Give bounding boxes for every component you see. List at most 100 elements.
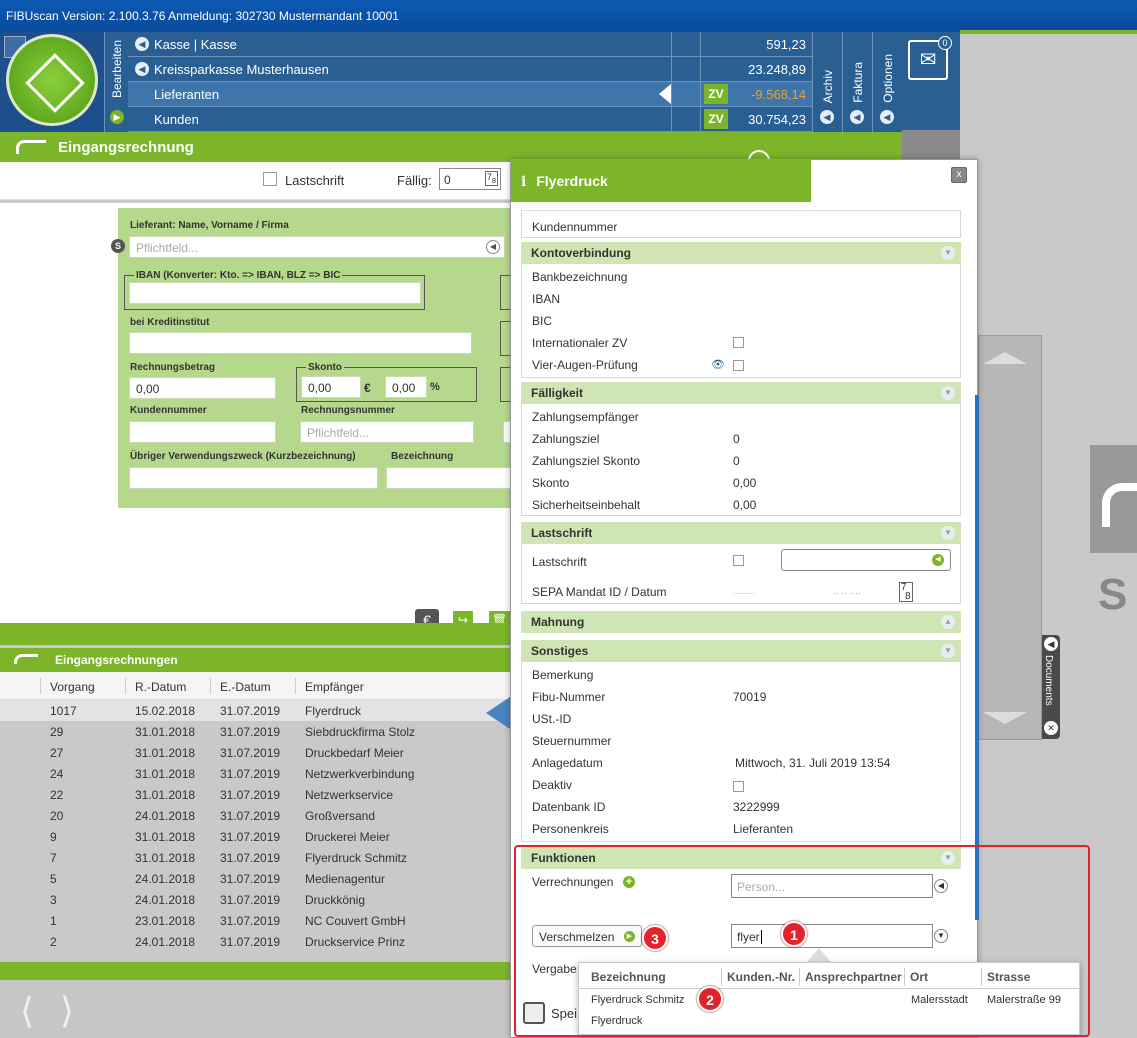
lastschrift-header[interactable]: Lastschrift ▼ <box>521 522 961 544</box>
account-amount: 30.754,23 <box>748 112 806 127</box>
optionen-tab[interactable]: Optionen ◀ <box>872 32 902 132</box>
account-row-kreissparkasse[interactable]: ◀ Kreissparkasse Musterhausen 23.248,89 <box>128 57 812 82</box>
close-button[interactable]: x <box>951 167 967 183</box>
deaktiv-checkbox[interactable] <box>733 781 744 792</box>
table-cell: Druckkönig <box>305 893 366 907</box>
vier-augen-checkbox[interactable] <box>733 360 744 371</box>
intl-zv-checkbox[interactable] <box>733 337 744 348</box>
account-row-kunden[interactable]: Kunden ZV 30.754,23 <box>128 107 812 132</box>
skonto-percent-input[interactable]: 0,00 <box>385 376 427 398</box>
close-icon[interactable]: ✕ <box>1044 721 1058 735</box>
table-row[interactable]: 9 31.01.2018 31.07.2019 Druckerei Meier <box>0 826 510 847</box>
iban-label: IBAN <box>532 292 561 306</box>
cal-bottom: 8 <box>905 591 911 602</box>
documents-tab[interactable]: ◀ Documents ✕ <box>1042 635 1060 739</box>
kundennummer-box: Kundennummer <box>521 210 961 238</box>
modal-header: i Flyerdruck <box>511 160 811 202</box>
kredit-input[interactable] <box>129 332 472 354</box>
chevron-right-icon[interactable]: ⟩ <box>60 990 74 1032</box>
col-rdatum[interactable]: R.-Datum <box>135 680 186 694</box>
bezeichnung-input[interactable] <box>386 467 510 489</box>
table-cell: 24.01.2018 <box>135 872 196 886</box>
col-vorgang[interactable]: Vorgang <box>50 680 95 694</box>
lieferant-input[interactable]: Pflichtfeld... ◀ <box>129 236 505 258</box>
field-label: Zahlungsempfänger <box>532 410 639 424</box>
faellig-input[interactable]: 0 78 <box>439 168 501 190</box>
calendar-icon[interactable]: 78 <box>899 582 913 602</box>
lastschrift-checkbox[interactable] <box>263 172 277 186</box>
zweck-label: Übriger Verwendungszweck (Kurzbezeichnun… <box>130 451 356 462</box>
faelligkeit-header[interactable]: Fälligkeit ▼ <box>521 382 961 404</box>
scroll-up-icon[interactable] <box>983 352 1027 364</box>
table-row[interactable]: 5 24.01.2018 31.07.2019 Medienagentur <box>0 868 510 889</box>
account-row-kasse[interactable]: ◀ Kasse | Kasse 591,23 <box>128 32 812 57</box>
table-cell: 31.07.2019 <box>220 809 281 823</box>
zv-button[interactable]: ZV <box>704 84 728 104</box>
table-row[interactable]: 29 31.01.2018 31.07.2019 Siebdruckfirma Sto… <box>0 721 510 742</box>
field-label: Fibu-Nummer <box>532 690 606 704</box>
s-icon[interactable]: S <box>111 239 125 253</box>
mail-panel: ✉ 0 <box>902 32 960 132</box>
table-row[interactable]: 3 24.01.2018 31.07.2019 Druckkönig <box>0 889 510 910</box>
table-row[interactable]: 1 23.01.2018 31.07.2019 NC Couvert GmbH <box>0 910 510 931</box>
table-row[interactable]: 22 31.01.2018 31.07.2019 Netzwerkservice <box>0 784 510 805</box>
calendar-icon[interactable]: 78 <box>484 171 498 186</box>
field-label: Sicherheitseinbehalt <box>532 498 641 512</box>
table-cell: 31.07.2019 <box>220 935 281 947</box>
table-row[interactable]: 2 24.01.2018 31.07.2019 Druckservice Prinz <box>0 931 510 947</box>
lastschrift-checkbox[interactable] <box>733 555 744 566</box>
kundennr-input[interactable] <box>129 421 276 443</box>
archiv-tab[interactable]: Archiv ◀ <box>812 32 842 132</box>
play-icon: ▶ <box>110 110 124 124</box>
chevron-left-icon[interactable]: ◀ <box>486 240 500 254</box>
col-edatum[interactable]: E.-Datum <box>220 680 271 694</box>
app-logo[interactable] <box>6 34 98 126</box>
table-row[interactable]: 27 31.01.2018 31.07.2019 Druckbedarf Meier <box>0 742 510 763</box>
sonstiges-header[interactable]: Sonstiges ▼ <box>521 640 961 662</box>
field-label: Deaktiv <box>532 778 573 792</box>
field-label: Anlagedatum <box>532 756 603 770</box>
bearbeiten-tab[interactable]: Bearbeiten ▶ <box>104 32 128 132</box>
table-cell: Druckerei Meier <box>305 830 390 844</box>
iban-input[interactable] <box>129 282 421 304</box>
er-toolbar: Lastschrift Fällig: 0 78 <box>0 162 510 200</box>
table-cell: 31.01.2018 <box>135 788 196 802</box>
modal-scrollbar[interactable] <box>975 395 979 920</box>
table-row[interactable]: 24 31.01.2018 31.07.2019 Netzwerkverbindung <box>0 763 510 784</box>
table-cell: 31.07.2019 <box>220 893 281 907</box>
bezeichnung-label: Bezeichnung <box>391 451 454 462</box>
extra-group-edge <box>500 367 510 402</box>
table-cell: 31.01.2018 <box>135 830 196 844</box>
list-footer <box>0 962 510 980</box>
side-scroll-panel <box>978 335 1042 740</box>
table-cell: 9 <box>50 830 57 844</box>
chevron-left-icon: ◀ <box>135 62 149 76</box>
chevron-left-icon[interactable]: ⟨ <box>20 990 34 1032</box>
table-cell: Siebdruckfirma Stolz <box>305 725 416 739</box>
scroll-down-icon[interactable] <box>983 712 1027 724</box>
mahnung-header[interactable]: Mahnung ▲ <box>521 611 961 633</box>
field-value: 0,00 <box>733 498 757 512</box>
sepa-id-field[interactable]: ........ <box>733 586 755 597</box>
skonto-value: 0,00 <box>308 381 332 395</box>
big-f-icon <box>1102 483 1137 527</box>
zweck-input[interactable] <box>129 467 378 489</box>
documents-label: Documents <box>1043 655 1054 706</box>
table-row[interactable]: 7 31.01.2018 31.07.2019 Flyerdruck Schmitz <box>0 847 510 868</box>
col-empfaenger[interactable]: Empfänger <box>305 680 364 694</box>
sepa-date-field[interactable]: .. .. .... <box>833 586 861 597</box>
zv-button[interactable]: ZV <box>704 109 728 129</box>
lastschrift-select[interactable]: ◀ <box>781 549 951 571</box>
faktura-tab[interactable]: Faktura ◀ <box>842 32 872 132</box>
account-name: Kunden <box>154 112 199 127</box>
archiv-label: Archiv <box>820 70 835 104</box>
field-label: USt.-ID <box>532 712 572 726</box>
diamond-icon <box>25 53 85 113</box>
kontoverbindung-header[interactable]: Kontoverbindung ▼ <box>521 242 961 264</box>
account-row-lieferanten[interactable]: Lieferanten ZV -9.568,14 <box>128 82 812 107</box>
rechnungsnr-input[interactable]: Pflichtfeld... <box>300 421 474 443</box>
skonto-input[interactable]: 0,00 <box>301 376 361 398</box>
table-row[interactable]: 1017 15.02.2018 31.07.2019 Flyerdruck <box>0 700 510 721</box>
table-row[interactable]: 20 24.01.2018 31.07.2019 Großversand <box>0 805 510 826</box>
betrag-input[interactable]: 0,00 <box>129 377 276 399</box>
